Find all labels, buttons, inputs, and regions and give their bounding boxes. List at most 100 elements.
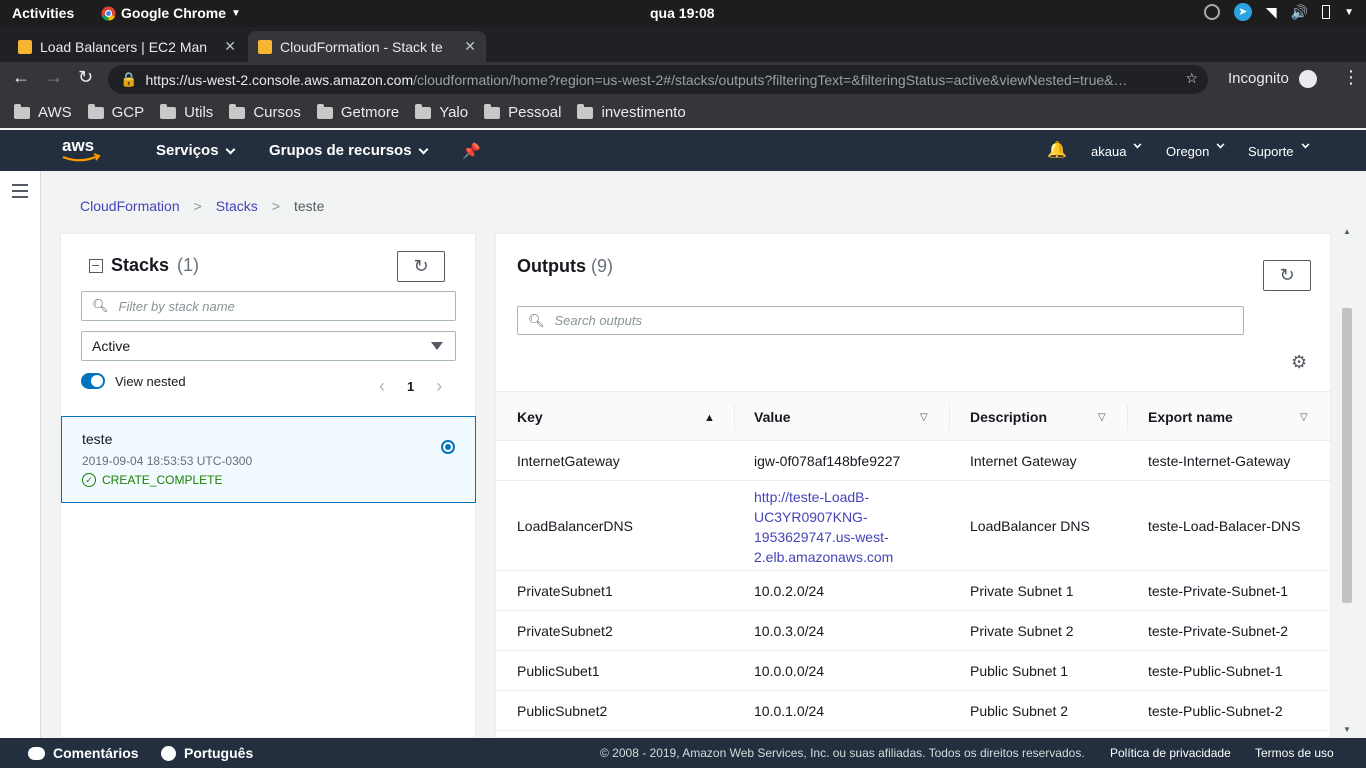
support-menu[interactable]: Suporte: [1248, 140, 1310, 159]
page-scrollbar[interactable]: ▲ ▼: [1340, 227, 1354, 738]
sort-icon[interactable]: ▽: [920, 412, 928, 423]
privacy-link[interactable]: Política de privacidade: [1110, 746, 1231, 760]
hamburger-menu-icon[interactable]: [12, 184, 28, 202]
incognito-label: Incognito: [1228, 70, 1289, 87]
incognito-indicator: Incognito: [1228, 70, 1318, 89]
scroll-down-icon[interactable]: ▼: [1343, 725, 1351, 734]
refresh-outputs-button[interactable]: ↻: [1263, 260, 1311, 291]
cell-key: PrivateSubnet1: [517, 583, 613, 599]
services-menu[interactable]: Serviços: [156, 142, 235, 159]
bookmark-label: AWS: [38, 104, 72, 121]
cell-export-name: teste-Private-Subnet-2: [1148, 623, 1289, 639]
stacks-title: Stacks: [111, 255, 170, 275]
tab-cloudformation[interactable]: CloudFormation - Stack te ✕: [248, 31, 486, 62]
globe-icon: [161, 745, 176, 761]
resource-groups-menu[interactable]: Grupos de recursos: [269, 142, 428, 159]
outputs-search-input[interactable]: 🔍︎ Search outputs: [517, 306, 1244, 335]
region-label: Oregon: [1166, 144, 1210, 159]
view-nested-label: View nested: [115, 374, 186, 389]
scroll-up-icon[interactable]: ▲: [1343, 227, 1351, 236]
system-tray[interactable]: ➤ ◥ 🔊 ▼: [1203, 3, 1354, 21]
column-divider: [1127, 404, 1128, 430]
cell-export-name: teste-Internet-Gateway: [1148, 453, 1291, 469]
close-tab-icon[interactable]: ✕: [224, 38, 236, 55]
gear-icon[interactable]: ⚙: [1291, 352, 1307, 373]
status-filter-select[interactable]: Active: [81, 331, 456, 361]
terms-link[interactable]: Termos de uso: [1255, 746, 1334, 760]
bookmark-folder[interactable]: Cursos: [229, 103, 301, 121]
bookmark-folder[interactable]: GCP: [87, 103, 144, 121]
app-menu[interactable]: Google Chrome ▼: [101, 5, 241, 21]
bookmark-folder[interactable]: Yalo: [415, 103, 468, 121]
column-export-name[interactable]: Export name: [1148, 409, 1233, 425]
bookmark-folder[interactable]: Pessoal: [484, 103, 561, 121]
menu-kebab-icon[interactable]: ⋮: [1342, 67, 1360, 88]
tab-load-balancers[interactable]: Load Balancers | EC2 Man ✕: [8, 31, 246, 62]
sort-icon[interactable]: ▽: [1098, 412, 1106, 423]
cell-description: Internet Gateway: [970, 453, 1077, 469]
folder-icon: [415, 103, 432, 119]
whatsapp-icon[interactable]: [1203, 4, 1220, 20]
forward-icon[interactable]: →: [45, 67, 63, 88]
back-icon[interactable]: ←: [12, 67, 30, 88]
feedback-button[interactable]: Comentários: [28, 745, 139, 761]
bookmark-folder[interactable]: Utils: [160, 103, 214, 121]
aws-cube-icon: [258, 39, 272, 54]
sort-icon[interactable]: ▽: [1300, 412, 1308, 423]
dropdown-arrow-icon: ▼: [231, 7, 241, 19]
aws-logo[interactable]: aws: [60, 135, 104, 165]
bookmark-label: Utils: [184, 104, 214, 121]
bookmark-folder[interactable]: AWS: [14, 103, 72, 121]
notifications-bell-icon[interactable]: 🔔: [1047, 140, 1067, 160]
column-key[interactable]: Key: [517, 409, 543, 425]
stack-card[interactable]: teste 2019-09-04 18:53:53 UTC-0300 ✓ CREA…: [61, 416, 476, 503]
cell-export-name: teste-Private-Subnet-1: [1148, 583, 1289, 599]
breadcrumb-stacks[interactable]: Stacks: [216, 198, 258, 214]
view-nested-toggle[interactable]: [81, 373, 105, 389]
cell-value-link[interactable]: http://teste-LoadB- UC3YR0907KNG- 195362…: [754, 487, 893, 567]
telegram-icon[interactable]: ➤: [1233, 3, 1252, 21]
prev-page-icon[interactable]: ‹: [379, 376, 385, 397]
pin-icon[interactable]: 📌: [462, 142, 481, 160]
svg-text:aws: aws: [62, 136, 94, 155]
region-menu[interactable]: Oregon: [1166, 140, 1225, 159]
side-nav-rail: [0, 171, 41, 738]
page-number[interactable]: 1: [407, 379, 414, 394]
bookmark-folder[interactable]: investimento: [577, 103, 686, 121]
cell-export-name: teste-Public-Subnet-2: [1148, 703, 1283, 719]
column-description[interactable]: Description: [970, 409, 1047, 425]
column-divider: [949, 404, 950, 430]
cell-value: 10.0.3.0/24: [754, 623, 825, 639]
activities-button[interactable]: Activities: [12, 5, 74, 21]
scrollbar-thumb[interactable]: [1342, 308, 1352, 603]
stack-filter-input[interactable]: 🔍︎ Filter by stack name: [81, 291, 456, 321]
outputs-panel: Outputs (9) ↻ 🔍︎ Search outputs ⚙ Key ▲ …: [495, 233, 1331, 738]
bookmark-star-icon[interactable]: ☆: [1185, 70, 1198, 87]
wifi-icon: ◥: [1265, 3, 1277, 20]
stack-select-radio[interactable]: [441, 440, 455, 454]
breadcrumb-cloudformation[interactable]: CloudFormation: [80, 198, 180, 214]
sort-ascending-icon[interactable]: ▲: [704, 412, 715, 424]
aws-footer: Comentários Português © 2008 - 2019, Ama…: [0, 738, 1366, 768]
bookmark-folder[interactable]: Getmore: [316, 103, 399, 121]
stacks-panel: Stacks (1) ↻ 🔍︎ Filter by stack name Act…: [60, 233, 476, 738]
address-bar[interactable]: 🔒 https://us-west-2.console.aws.amazon.c…: [108, 65, 1208, 94]
chevron-right-icon: >: [271, 198, 280, 214]
services-label: Serviços: [156, 142, 219, 159]
outputs-title: Outputs: [517, 256, 586, 276]
collapse-icon[interactable]: [89, 258, 103, 273]
outputs-heading: Outputs (9): [517, 256, 613, 277]
column-value[interactable]: Value: [754, 409, 791, 425]
account-menu[interactable]: akaua: [1091, 140, 1142, 159]
clock[interactable]: qua 19:08: [650, 5, 715, 21]
folder-icon: [484, 103, 501, 119]
stacks-count: (1): [177, 255, 200, 275]
close-tab-icon[interactable]: ✕: [464, 38, 476, 55]
next-page-icon[interactable]: ›: [436, 376, 442, 397]
stack-status: ✓ CREATE_COMPLETE: [82, 473, 222, 487]
outputs-table-header: Key ▲ Value ▽ Description ▽ Export name …: [496, 391, 1330, 441]
cell-description: Private Subnet 2: [970, 623, 1074, 639]
language-button[interactable]: Português: [161, 745, 253, 761]
reload-icon[interactable]: ↻: [78, 67, 93, 88]
refresh-stacks-button[interactable]: ↻: [397, 251, 445, 282]
